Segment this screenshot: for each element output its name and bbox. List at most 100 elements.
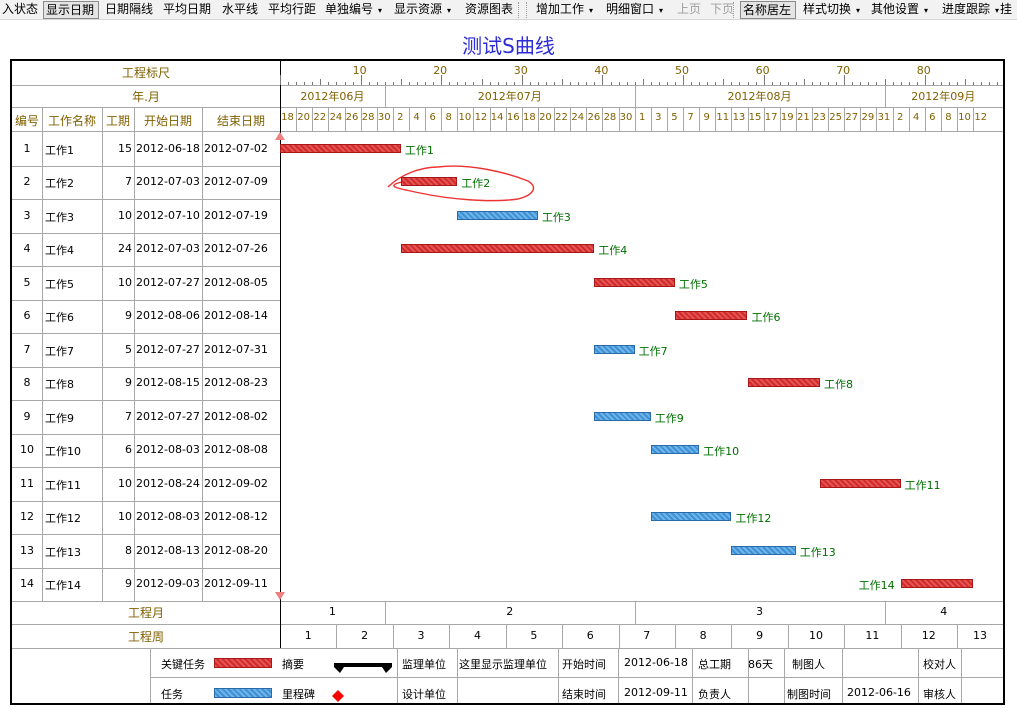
task-bar[interactable] bbox=[400, 244, 595, 254]
toolbar: 入状态 显示日期 日期隔线 平均日期 水平线 平均行距 单独编号 ▾ 显示资源 ▾ 资源图表 增加工作… bbox=[0, 0, 1017, 20]
chevron-down-icon: ▾ bbox=[659, 6, 664, 15]
task-id: 4 bbox=[23, 242, 31, 256]
footer-col-line bbox=[692, 648, 693, 703]
task-bar[interactable] bbox=[594, 344, 635, 354]
ruler-tick bbox=[312, 82, 314, 85]
task-name: 工作11 bbox=[45, 478, 81, 492]
ruler-tick bbox=[981, 82, 983, 85]
row-line bbox=[12, 467, 280, 468]
project-week-cell: 13 bbox=[973, 629, 987, 642]
start-time-value: 2012-06-18 bbox=[624, 656, 688, 669]
ruler-tick bbox=[674, 82, 676, 85]
project-month-label: 工程月 bbox=[127, 606, 164, 620]
toolbar-button-18[interactable]: 挂 bbox=[998, 1, 1016, 19]
ruler-tick bbox=[836, 82, 838, 85]
task-bar[interactable] bbox=[457, 210, 538, 220]
toolbar-button-label: 样式切换 bbox=[803, 2, 852, 16]
task-name: 工作8 bbox=[45, 378, 74, 392]
day-line bbox=[828, 107, 830, 131]
ruler-tick bbox=[860, 82, 862, 85]
task-duration: 10 bbox=[118, 208, 132, 222]
task-bar-label: 工作8 bbox=[824, 378, 853, 392]
project-week-line bbox=[957, 624, 958, 648]
task-bar[interactable] bbox=[400, 177, 458, 187]
task-bar[interactable] bbox=[594, 277, 675, 287]
project-week-cell: 4 bbox=[473, 629, 481, 642]
task-bar[interactable] bbox=[747, 378, 820, 388]
task-id: 12 bbox=[20, 510, 34, 524]
toolbar-button-12[interactable]: 上页 bbox=[675, 1, 703, 19]
drafter-label: 制图人 bbox=[792, 658, 825, 671]
project-week-cell: 6 bbox=[586, 629, 594, 642]
project-week-cell: 5 bbox=[530, 629, 538, 642]
task-bar[interactable] bbox=[594, 411, 651, 421]
toolbar-button-8[interactable]: 显示资源 ▾ bbox=[392, 1, 470, 19]
task-bar-label: 工作9 bbox=[654, 411, 684, 425]
toolbar-button-7[interactable]: 单独编号 ▾ bbox=[323, 1, 399, 19]
toolbar-button-4[interactable]: 平均日期 bbox=[161, 1, 215, 19]
toolbar-button-6[interactable]: 平均行距 bbox=[266, 1, 318, 19]
toolbar-button-10[interactable]: 增加工作 ▾ bbox=[534, 1, 610, 19]
chevron-down-icon: ▾ bbox=[856, 6, 861, 15]
task-name: 工作9 bbox=[45, 411, 74, 425]
day-cell: 23 bbox=[813, 112, 826, 123]
day-line bbox=[392, 107, 394, 131]
header-line bbox=[12, 131, 1003, 132]
toolbar-button-13[interactable]: 下页 bbox=[708, 1, 736, 19]
day-cell: 10 bbox=[958, 112, 971, 123]
day-line bbox=[731, 107, 733, 131]
toolbar-button-2[interactable]: 显示日期 bbox=[43, 1, 99, 19]
task-start: 2012-08-03 bbox=[136, 443, 200, 457]
day-line bbox=[312, 107, 314, 131]
task-bar[interactable] bbox=[280, 143, 401, 153]
toolbar-button-3[interactable]: 日期隔线 bbox=[103, 1, 157, 19]
task-bar[interactable] bbox=[650, 445, 700, 455]
ruler-tick bbox=[650, 82, 652, 85]
ruler-tick bbox=[812, 82, 813, 85]
legend-summary-label: 摘要 bbox=[282, 658, 304, 671]
task-id: 1 bbox=[23, 141, 31, 155]
task-name: 工作2 bbox=[45, 177, 74, 191]
day-cell: 31 bbox=[877, 112, 891, 123]
timeline-marker-top bbox=[275, 132, 285, 140]
day-cell: 25 bbox=[829, 112, 842, 123]
toolbar-button-1[interactable]: 入状态 bbox=[0, 1, 38, 19]
toolbar-button-14[interactable]: 名称居左 bbox=[740, 1, 796, 19]
checker-label: 校对人 bbox=[923, 658, 956, 671]
ruler-tick bbox=[610, 82, 612, 85]
ruler-tick bbox=[957, 82, 958, 85]
toolbar-button-16[interactable]: 其他设置 ▾ bbox=[869, 1, 947, 19]
task-id: 5 bbox=[23, 275, 31, 289]
task-bar[interactable] bbox=[820, 478, 901, 488]
ruler-tick-label: 50 bbox=[675, 64, 689, 77]
toolbar-button-11[interactable]: 明细窗口 ▾ bbox=[604, 1, 680, 19]
toolbar-separator bbox=[526, 2, 527, 18]
task-name: 工作4 bbox=[45, 244, 74, 258]
task-end: 2012-07-31 bbox=[204, 342, 268, 356]
task-start: 2012-08-03 bbox=[136, 510, 200, 524]
footer-col-line bbox=[918, 648, 919, 703]
toolbar-button-9[interactable]: 资源图表 bbox=[463, 1, 515, 19]
task-start: 2012-08-15 bbox=[136, 376, 200, 390]
day-line bbox=[683, 107, 684, 131]
toolbar-button-label: 增加工作 bbox=[536, 2, 585, 16]
task-bar[interactable] bbox=[900, 579, 974, 589]
legend-milestone-label: 里程碑 bbox=[282, 688, 315, 701]
project-week-cell: 9 bbox=[756, 629, 764, 642]
project-week-line bbox=[449, 624, 451, 648]
task-end: 2012-07-19 bbox=[204, 208, 268, 222]
task-bar[interactable] bbox=[674, 311, 748, 321]
ruler-label: 工程标尺 bbox=[121, 66, 170, 80]
toolbar-button-label: 上页 bbox=[677, 2, 702, 16]
project-month-cell: 4 bbox=[940, 605, 948, 618]
task-bar[interactable] bbox=[650, 512, 732, 522]
day-cell: 22 bbox=[313, 112, 327, 123]
day-cell: 18 bbox=[281, 112, 294, 123]
task-bar[interactable] bbox=[731, 545, 796, 555]
task-bar-label: 工作6 bbox=[751, 311, 781, 325]
day-line bbox=[441, 107, 443, 131]
task-start: 2012-07-10 bbox=[136, 208, 200, 222]
toolbar-button-15[interactable]: 样式切换 ▾ bbox=[801, 1, 877, 19]
task-start: 2012-07-03 bbox=[136, 242, 200, 256]
toolbar-button-5[interactable]: 水平线 bbox=[220, 1, 262, 19]
